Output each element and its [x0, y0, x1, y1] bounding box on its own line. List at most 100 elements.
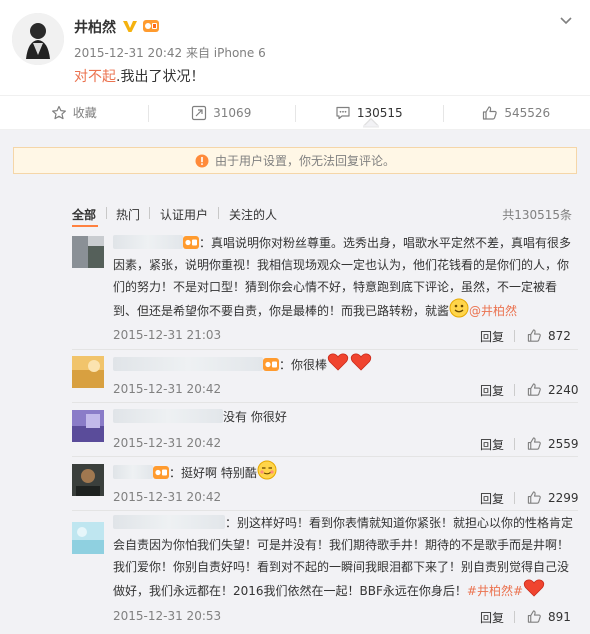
comment-button[interactable]: 130515 — [295, 96, 443, 129]
commenter-avatar-image — [72, 464, 104, 496]
reply-disabled-notice: 由于用户设置，你无法回复评论。 — [13, 147, 577, 174]
reply-button[interactable]: 回复 — [480, 328, 504, 345]
reply-button[interactable]: 回复 — [480, 436, 504, 453]
vip-level-icon — [263, 358, 279, 371]
comment-time: 2015-12-31 20:42 — [113, 490, 222, 504]
comment-text: ：挺好啊 特别酷 — [113, 460, 574, 484]
repost-count: 31069 — [213, 105, 252, 120]
thumbs-up-icon — [527, 329, 541, 342]
commenter-avatar-image — [72, 410, 104, 442]
commenter-avatar[interactable] — [72, 236, 104, 268]
filter-following[interactable]: 关注的人 — [229, 206, 277, 223]
commenter-avatar[interactable] — [72, 522, 104, 554]
post-text: 对不起.我出了状况！ — [74, 66, 204, 86]
comment-footer: 2015-12-31 21:03 回复 872 — [113, 328, 578, 346]
smirk-emoji-icon — [257, 460, 277, 480]
comment-footer: 2015-12-31 20:42 回复 2559 — [113, 436, 579, 454]
filter-divider — [106, 207, 107, 219]
commenter-avatar[interactable] — [72, 410, 104, 442]
filter-hot[interactable]: 热门 — [116, 206, 140, 223]
thumbs-up-icon — [483, 105, 498, 120]
reply-button[interactable]: 回复 — [480, 382, 504, 399]
vip-level-icon — [153, 466, 169, 479]
active-tab-caret-icon — [362, 117, 379, 128]
comment-time: 2015-12-31 20:42 — [113, 382, 222, 396]
blurred-username[interactable] — [113, 235, 183, 249]
comment-like-count: 2299 — [548, 490, 579, 505]
commenter-avatar-image — [72, 236, 104, 268]
mention-link[interactable]: @井柏然 — [469, 304, 517, 318]
comments-section: 由于用户设置，你无法回复评论。 全部 热门 认证用户 关注的人 共130515条… — [0, 130, 590, 634]
chevron-down-icon[interactable] — [558, 12, 574, 28]
thumbs-up-icon — [527, 383, 541, 396]
commenter-avatar[interactable] — [72, 356, 104, 388]
blurred-username[interactable] — [113, 357, 263, 371]
post-action-bar: 收藏 31069 130515 545526 — [0, 95, 590, 130]
comment-like-button[interactable]: 2299 — [527, 490, 579, 505]
smile-emoji-icon — [449, 298, 469, 318]
thumbs-up-icon — [527, 610, 541, 623]
reply-button[interactable]: 回复 — [480, 609, 504, 626]
filter-divider — [218, 207, 219, 219]
filter-all[interactable]: 全部 — [72, 206, 96, 223]
post-text-link[interactable]: 对不起 — [74, 69, 116, 85]
favorite-button[interactable]: 收藏 — [0, 96, 148, 129]
comment-text: ：别这样好吗！看到你表情就知道你紧张！就担心以你的性格肯定会自责因为你怕我们失望… — [113, 512, 574, 602]
commenter-avatar[interactable] — [72, 464, 104, 496]
repost-button[interactable]: 31069 — [147, 96, 296, 129]
post-text-body: .我出了状况！ — [116, 69, 205, 85]
vip-level-icon[interactable] — [142, 18, 160, 34]
blurred-username[interactable] — [113, 409, 223, 423]
blurred-username[interactable] — [113, 515, 225, 529]
comment-filter-bar: 全部 热门 认证用户 关注的人 共130515条 — [72, 206, 572, 227]
comment-like-button[interactable]: 2559 — [527, 436, 579, 451]
comment-divider — [72, 349, 578, 350]
comment-total: 共130515条 — [502, 208, 572, 222]
comment-icon — [336, 106, 350, 119]
heart-emoji-icon — [523, 579, 545, 597]
footer-divider — [514, 438, 515, 450]
footer-divider — [514, 492, 515, 504]
comment-footer: 2015-12-31 20:42 回复 2299 — [113, 490, 579, 508]
thumbs-up-icon — [527, 437, 541, 450]
vip-level-icon — [183, 236, 199, 249]
comment-text: 没有 你很好 — [113, 406, 574, 428]
blurred-username[interactable] — [113, 465, 153, 479]
comment-like-button[interactable]: 2240 — [527, 382, 579, 397]
thumbs-up-icon — [527, 491, 541, 504]
filter-divider — [149, 207, 150, 219]
hashtag-link[interactable]: #井柏然# — [467, 584, 523, 598]
comment-body: ：你很棒 — [279, 358, 328, 372]
author-avatar-image — [12, 13, 64, 65]
comment-like-count: 2240 — [548, 382, 579, 397]
comment-time: 2015-12-31 20:53 — [113, 609, 222, 623]
comment-like-button[interactable]: 872 — [527, 328, 571, 343]
comment-text: ：真唱说明你对粉丝尊重。选秀出身，唱歌水平定然不差，真唱有很多因素，紧张，说明你… — [113, 232, 574, 322]
comment-like-button[interactable]: 891 — [527, 609, 571, 624]
reply-button[interactable]: 回复 — [480, 490, 504, 507]
comment-item: 没有 你很好 2015-12-31 20:42 回复 2559 — [72, 409, 579, 457]
comment-item: ：你很棒 2015-12-31 20:42 回复 2240 — [72, 353, 579, 403]
star-icon — [51, 105, 66, 119]
warning-icon — [195, 154, 209, 167]
favorite-label: 收藏 — [72, 106, 97, 120]
filter-verified[interactable]: 认证用户 — [160, 206, 208, 223]
comment-divider — [72, 402, 578, 403]
comment-time: 2015-12-31 20:42 — [113, 436, 222, 450]
author-name[interactable]: 井柏然 — [74, 17, 116, 37]
repost-icon — [192, 105, 207, 120]
footer-divider — [514, 384, 515, 396]
comment-divider — [72, 510, 578, 511]
comment-like-count: 2559 — [548, 436, 579, 451]
comment-footer: 2015-12-31 20:53 回复 891 — [113, 609, 578, 627]
comment-footer: 2015-12-31 20:42 回复 2240 — [113, 382, 579, 400]
comment-like-count: 872 — [548, 328, 571, 343]
post-meta: 2015-12-31 20:42 来自 iPhone 6 — [74, 46, 266, 60]
footer-divider — [514, 611, 515, 623]
comment-text: ：你很棒 — [113, 352, 574, 376]
comment-item: ：真唱说明你对粉丝尊重。选秀出身，唱歌水平定然不差，真唱有很多因素，紧张，说明你… — [72, 232, 578, 350]
comment-divider — [72, 456, 578, 457]
author-avatar[interactable] — [12, 13, 64, 65]
like-button[interactable]: 545526 — [442, 96, 590, 129]
footer-divider — [514, 330, 515, 342]
